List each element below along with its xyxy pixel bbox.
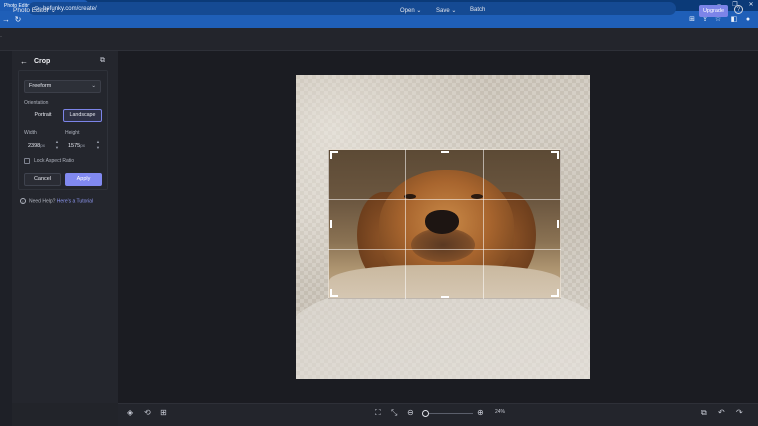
crop-handle-right[interactable] xyxy=(557,220,559,228)
lock-aspect-checkbox[interactable] xyxy=(24,158,30,164)
header-edge-icon: · xyxy=(0,34,2,40)
crop-grid-line xyxy=(328,199,561,200)
compare-icon[interactable]: ⧉ xyxy=(701,408,707,418)
crop-selection[interactable] xyxy=(328,149,561,299)
profile-icon[interactable]: ● xyxy=(742,13,754,26)
height-label: Height xyxy=(65,130,80,136)
lock-aspect-label[interactable]: Lock Aspect Ratio xyxy=(34,158,74,164)
crop-handle-bottom-left[interactable] xyxy=(330,289,338,297)
history-icon[interactable]: ⟲ xyxy=(144,408,151,417)
cushion xyxy=(329,265,560,298)
height-unit: px xyxy=(80,143,86,148)
help-icon[interactable]: ? xyxy=(734,5,743,14)
reload-icon[interactable]: ↻ xyxy=(12,15,24,24)
portrait-button[interactable]: Portrait xyxy=(24,109,62,122)
upgrade-button[interactable]: Upgrade xyxy=(699,5,728,17)
crop-handle-top-left[interactable] xyxy=(330,151,338,159)
crop-handle-bottom-right[interactable] xyxy=(551,289,559,297)
need-help-label: Need Help? xyxy=(29,198,56,205)
zoom-slider-handle[interactable] xyxy=(422,410,429,417)
batch-button[interactable]: Batch xyxy=(470,7,485,13)
panel-bottom-bar xyxy=(12,403,118,426)
width-input[interactable]: 2398px xyxy=(28,140,45,151)
zoom-value: 24% xyxy=(495,409,506,415)
aspect-ratio-value: Freeform xyxy=(29,83,52,89)
orientation-label: Orientation xyxy=(24,100,49,106)
crop-handle-bottom[interactable] xyxy=(441,296,449,298)
height-input[interactable]: 1575px xyxy=(68,140,85,151)
crop-handle-top-right[interactable] xyxy=(551,151,559,159)
width-stepper[interactable]: ▲ ▼ xyxy=(55,139,59,151)
actual-size-icon[interactable]: ⤡ xyxy=(391,408,397,418)
close-window-icon[interactable]: ✕ xyxy=(744,0,758,11)
bottom-toolbar xyxy=(118,403,758,426)
zoom-in-icon[interactable]: ⊕ xyxy=(477,408,484,417)
panel-title: Crop xyxy=(34,58,51,65)
layers-icon[interactable]: ◈ xyxy=(127,408,133,417)
width-value: 2398 xyxy=(28,143,41,149)
crop-grid-line xyxy=(328,249,561,250)
height-value: 1575 xyxy=(68,143,81,149)
crop-grid-line xyxy=(483,149,484,299)
photo-editor-menu[interactable]: Photo Editor ⌄ xyxy=(13,6,56,14)
info-icon: i xyxy=(20,198,26,204)
zoom-out-icon[interactable]: ⊖ xyxy=(407,408,414,417)
dog-nose xyxy=(425,210,459,234)
landscape-button[interactable]: Landscape xyxy=(63,109,102,122)
open-menu-button[interactable]: Open ⌄ xyxy=(400,7,421,14)
aspect-ratio-select[interactable]: Freeform ⌄ xyxy=(24,80,101,93)
install-app-icon[interactable]: ⊞ xyxy=(686,13,698,26)
app-header: · xyxy=(0,28,758,51)
crop-handle-left[interactable] xyxy=(330,220,332,228)
forward-icon[interactable]: → xyxy=(0,15,12,24)
url-field[interactable]: ⊙ befunky.com/create/ xyxy=(28,2,676,15)
undo-icon[interactable]: ↶ xyxy=(718,408,725,417)
width-label: Width xyxy=(24,130,37,136)
back-arrow-icon[interactable]: ← xyxy=(20,57,28,66)
crop-handle-top[interactable] xyxy=(441,151,449,153)
zoom-slider-track[interactable] xyxy=(427,413,473,414)
grid-view-icon[interactable]: ⊞ xyxy=(160,408,167,417)
left-icon-rail xyxy=(0,51,12,426)
chevron-down-icon: ⌄ xyxy=(91,83,96,89)
copy-icon[interactable]: ⧉ xyxy=(100,57,105,65)
redo-icon[interactable]: ↷ xyxy=(736,408,743,417)
sidebar-icon[interactable]: ◧ xyxy=(728,13,740,26)
crop-grid-line xyxy=(405,149,406,299)
fit-screen-icon[interactable]: ⛶ xyxy=(375,408,381,418)
width-unit: px xyxy=(40,143,46,148)
save-menu-button[interactable]: Save ⌄ xyxy=(436,7,456,14)
apply-button[interactable]: Apply xyxy=(65,173,102,186)
cancel-button[interactable]: Cancel xyxy=(24,173,61,186)
height-stepper[interactable]: ▲ ▼ xyxy=(96,139,100,151)
tutorial-link[interactable]: Here's a Tutorial xyxy=(57,198,93,204)
need-help-row: i Need Help? Here's a Tutorial xyxy=(20,198,93,204)
